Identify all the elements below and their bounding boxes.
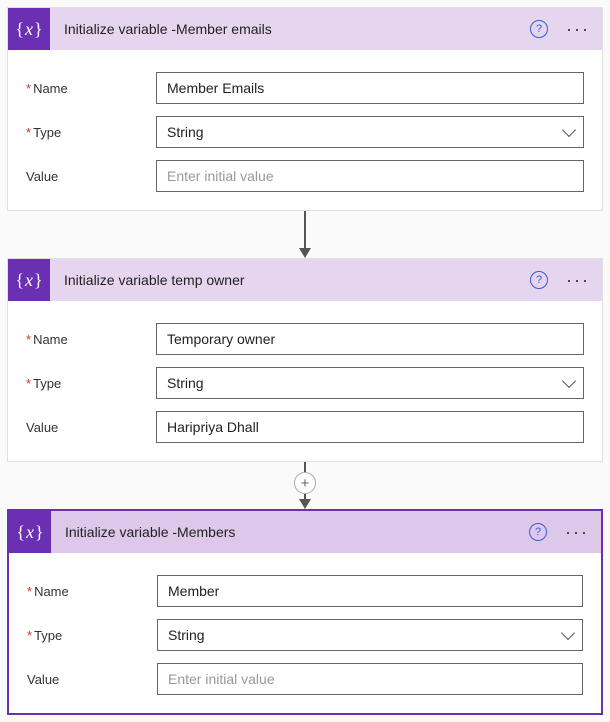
connector-line xyxy=(304,462,306,472)
value-input[interactable] xyxy=(157,663,583,695)
connector xyxy=(7,211,603,258)
value-label: Value xyxy=(27,672,157,687)
name-input[interactable] xyxy=(156,72,584,104)
type-select[interactable] xyxy=(156,367,584,399)
help-icon[interactable]: ? xyxy=(530,20,548,38)
more-icon[interactable]: ··· xyxy=(562,19,594,40)
connector: + xyxy=(7,462,603,509)
value-input[interactable] xyxy=(156,411,584,443)
name-input[interactable] xyxy=(156,323,584,355)
action-card-member-emails: x Initialize variable -Member emails ? ·… xyxy=(7,7,603,211)
card-title: Initialize variable -Member emails xyxy=(50,21,530,37)
card-header[interactable]: x Initialize variable temp owner ? ··· xyxy=(8,259,602,301)
variable-icon: x xyxy=(8,8,50,50)
card-header[interactable]: x Initialize variable -Member emails ? ·… xyxy=(8,8,602,50)
name-input[interactable] xyxy=(157,575,583,607)
value-label: Value xyxy=(26,169,156,184)
more-icon[interactable]: ··· xyxy=(561,522,593,543)
name-label: Name xyxy=(26,332,156,347)
type-select[interactable] xyxy=(156,116,584,148)
name-label: Name xyxy=(27,584,157,599)
help-icon[interactable]: ? xyxy=(529,523,547,541)
value-label: Value xyxy=(26,420,156,435)
arrow-down-icon xyxy=(299,248,311,258)
card-title: Initialize variable -Members xyxy=(51,524,529,540)
variable-icon: x xyxy=(9,511,51,553)
type-label: Type xyxy=(26,125,156,140)
arrow-down-icon xyxy=(299,499,311,509)
type-label: Type xyxy=(26,376,156,391)
card-title: Initialize variable temp owner xyxy=(50,272,530,288)
variable-icon: x xyxy=(8,259,50,301)
card-header[interactable]: x Initialize variable -Members ? ··· xyxy=(9,511,601,553)
more-icon[interactable]: ··· xyxy=(562,270,594,291)
type-select[interactable] xyxy=(157,619,583,651)
card-body: Name Type Value xyxy=(8,50,602,210)
action-card-temp-owner: x Initialize variable temp owner ? ··· N… xyxy=(7,258,603,462)
add-step-button[interactable]: + xyxy=(294,472,316,494)
connector-line xyxy=(304,211,306,249)
card-body: Name Type Value xyxy=(8,301,602,461)
name-label: Name xyxy=(26,81,156,96)
type-label: Type xyxy=(27,628,157,643)
value-input[interactable] xyxy=(156,160,584,192)
action-card-members: x Initialize variable -Members ? ··· Nam… xyxy=(7,509,603,715)
help-icon[interactable]: ? xyxy=(530,271,548,289)
card-body: Name Type Value xyxy=(9,553,601,713)
